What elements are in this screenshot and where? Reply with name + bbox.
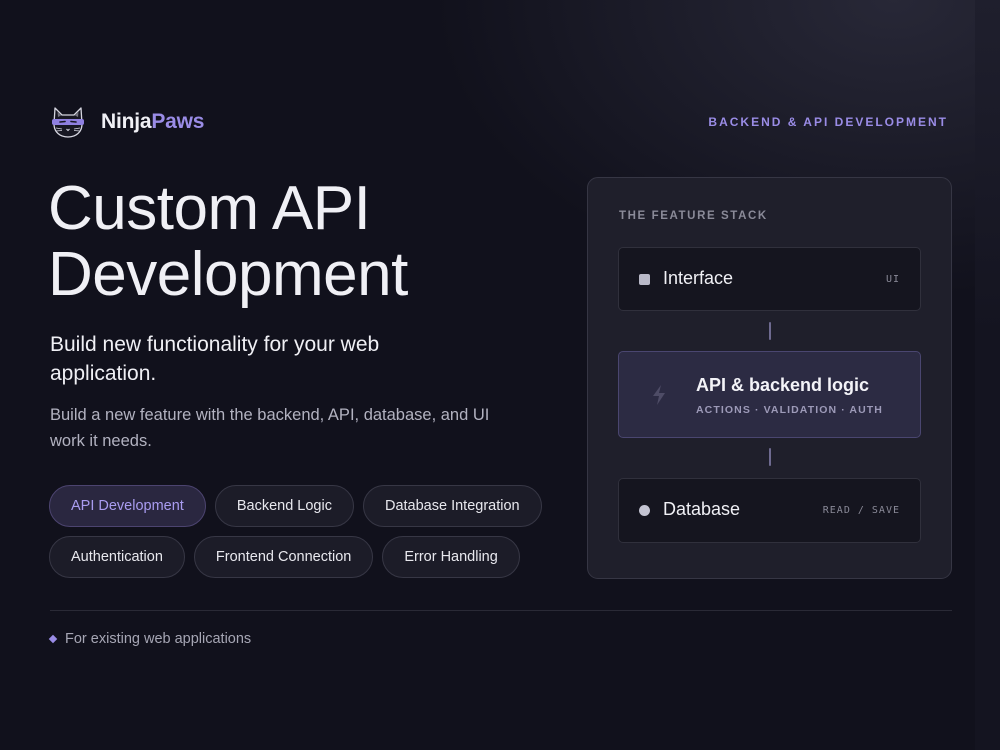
hero-description: Build a new feature with the backend, AP… (50, 406, 490, 450)
stack-layer-database: Database READ / SAVE (618, 478, 921, 543)
feature-stack-label: THE FEATURE STACK (619, 210, 768, 222)
stack-layer-interface: Interface UI (618, 247, 921, 311)
diamond-icon (48, 634, 58, 644)
footer-note-text: For existing web applications (65, 631, 252, 647)
layer-tag: UI (885, 274, 900, 285)
chip-backend-logic[interactable]: Backend Logic (214, 485, 354, 527)
chip-row-2: Authentication Frontend Connection Error… (49, 536, 549, 578)
title-line-2: Development (48, 240, 408, 309)
circle-dot-icon (639, 505, 650, 516)
chip-authentication[interactable]: Authentication (49, 536, 185, 578)
chip-database-integration[interactable]: Database Integration (362, 485, 542, 527)
chip-error-handling[interactable]: Error Handling (382, 536, 520, 578)
layer-subtitle: ACTIONS · VALIDATION · AUTH (696, 404, 883, 416)
chip-row-1: API Development Backend Logic Database I… (49, 485, 549, 527)
section-tagline: BACKEND & API DEVELOPMENT (708, 115, 948, 129)
brand[interactable]: NinjaPaws (50, 104, 204, 140)
layer-name: API & backend logic (696, 375, 870, 395)
stack-connector (769, 322, 771, 340)
title-line-1: Custom API (48, 174, 371, 243)
stack-layer-api: API & backend logic ACTIONS · VALIDATION… (618, 351, 921, 438)
bolt-icon (653, 385, 665, 405)
brand-name-part1: Ninja (101, 110, 152, 133)
chip-frontend-connection[interactable]: Frontend Connection (193, 536, 374, 578)
footer-divider (50, 610, 952, 611)
service-chips: API Development Backend Logic Database I… (49, 485, 549, 587)
hero-subtitle: Build new functionality for your web app… (50, 333, 380, 385)
layer-name: Interface (663, 268, 734, 288)
stack-connector (769, 448, 771, 466)
square-dot-icon (639, 274, 650, 285)
feature-stack-card: THE FEATURE STACK Interface UI API & bac… (587, 177, 952, 579)
ninja-cat-icon (52, 107, 84, 138)
right-edge-highlight (975, 0, 1000, 340)
chip-api-development[interactable]: API Development (49, 485, 206, 527)
page-title: Custom API Development (48, 176, 568, 308)
layer-tag: READ / SAVE (822, 505, 900, 516)
brand-name-part2: Paws (151, 110, 205, 133)
footer-note: For existing web applications (48, 631, 251, 647)
layer-name: Database (663, 499, 741, 519)
brand-name: NinjaPaws (101, 110, 204, 134)
